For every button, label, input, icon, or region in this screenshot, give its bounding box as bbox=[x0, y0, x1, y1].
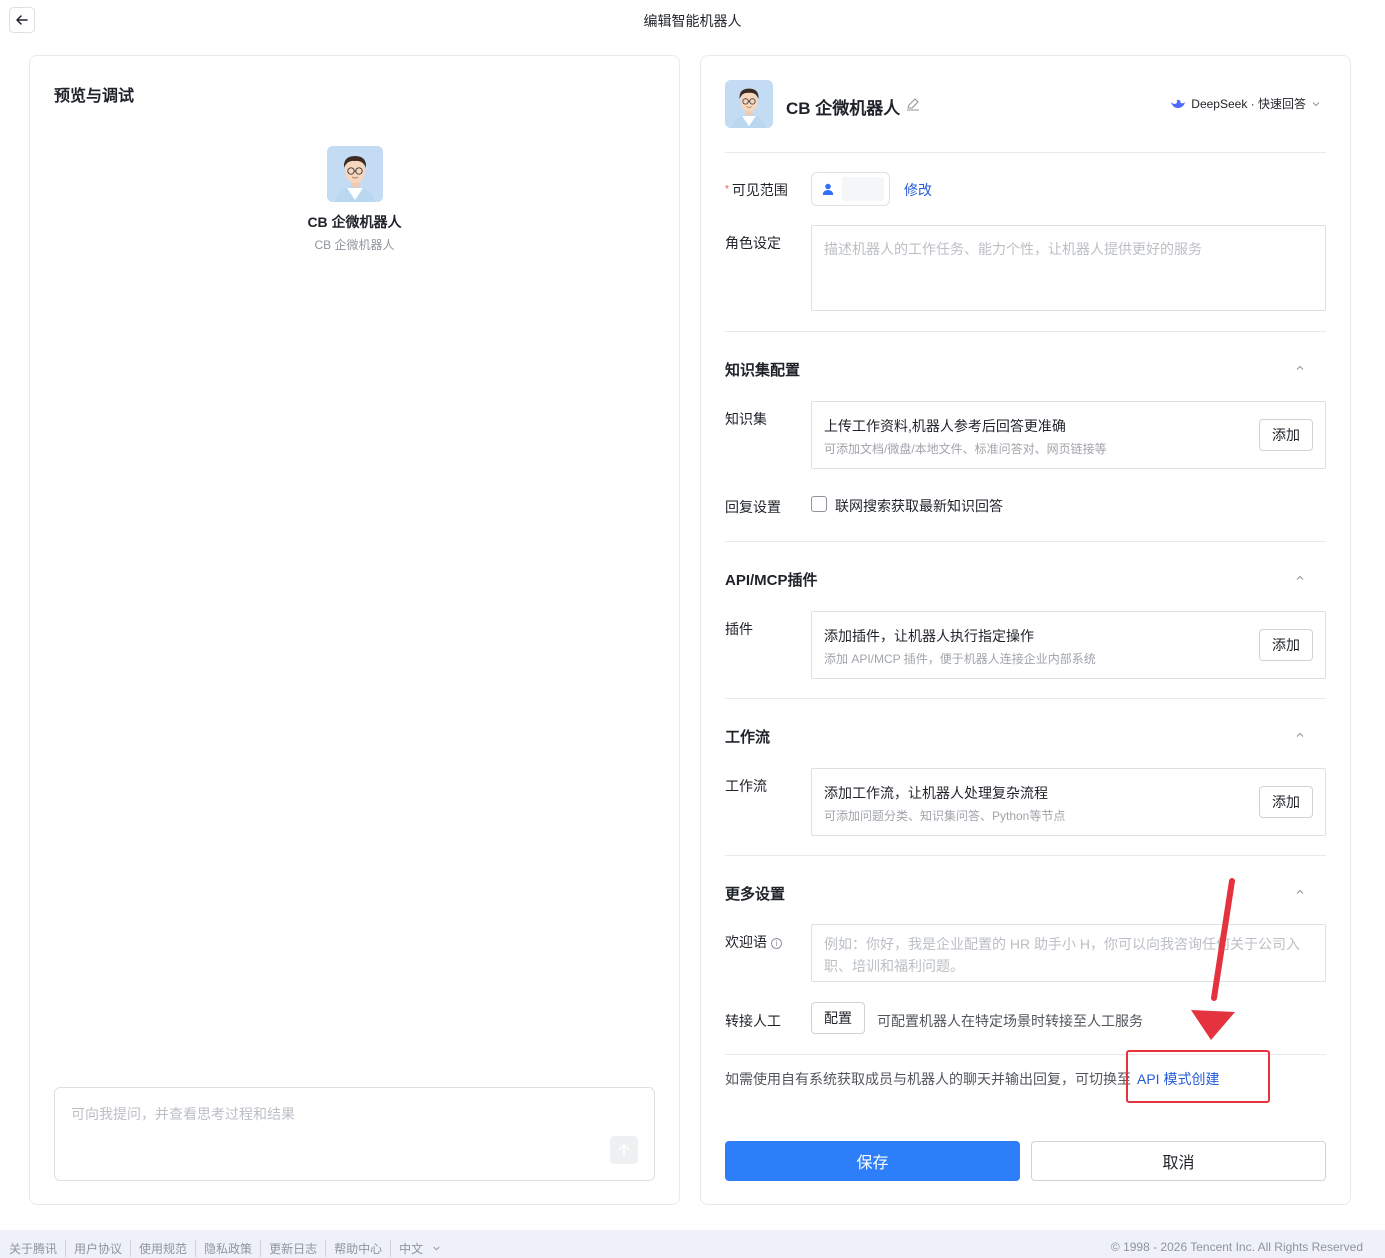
chevron-up-icon[interactable] bbox=[1295, 730, 1305, 740]
back-button[interactable] bbox=[9, 7, 35, 33]
more-settings-title: 更多设置 bbox=[725, 886, 786, 903]
send-button[interactable] bbox=[610, 1136, 638, 1164]
workflow-card: 添加工作流，让机器人处理复杂流程 可添加问题分类、知识集问答、Python等节点… bbox=[811, 768, 1326, 836]
welcome-textarea[interactable]: 例如：你好，我是企业配置的 HR 助手小 H，你可以向我咨询任何关于公司入职、培… bbox=[811, 924, 1326, 982]
divider bbox=[725, 855, 1326, 856]
knowledge-card-subtitle: 可添加文档/微盘/本地文件、标准问答对、网页链接等 bbox=[824, 442, 1107, 456]
plugins-card: 添加插件，让机器人执行指定操作 添加 API/MCP 插件，便于机器人连接企业内… bbox=[811, 611, 1326, 679]
info-icon[interactable]: i bbox=[771, 938, 782, 949]
chevron-up-icon[interactable] bbox=[1295, 363, 1305, 373]
divider bbox=[725, 541, 1326, 542]
save-button[interactable]: 保存 bbox=[725, 1141, 1020, 1181]
footer: 关于腾讯 用户协议 使用规范 隐私政策 更新日志 帮助中心 中文 © 1998 … bbox=[0, 1230, 1385, 1258]
footer-links: 关于腾讯 用户协议 使用规范 隐私政策 更新日志 帮助中心 中文 bbox=[9, 1240, 449, 1257]
plugins-section-title: API/MCP插件 bbox=[725, 572, 818, 589]
workflow-label: 工作流 bbox=[725, 778, 767, 794]
role-textarea[interactable]: 描述机器人的工作任务、能力个性，让机器人提供更好的服务 bbox=[811, 225, 1326, 311]
arrow-up-icon bbox=[619, 1144, 629, 1156]
scope-placeholder bbox=[842, 177, 884, 201]
model-selector[interactable]: DeepSeek · 快速回答 bbox=[1170, 95, 1321, 112]
workflow-card-subtitle: 可添加问题分类、知识集问答、Python等节点 bbox=[824, 809, 1066, 823]
add-plugin-button[interactable]: 添加 bbox=[1259, 629, 1313, 661]
chevron-up-icon[interactable] bbox=[1295, 887, 1305, 897]
divider bbox=[725, 152, 1326, 153]
knowledge-card-title: 上传工作资料,机器人参考后回答更准确 bbox=[824, 418, 1066, 434]
role-label: 角色设定 bbox=[725, 235, 781, 251]
plugins-card-title: 添加插件，让机器人执行指定操作 bbox=[824, 628, 1034, 644]
preview-title: 预览与调试 bbox=[54, 88, 135, 105]
reply-settings-label: 回复设置 bbox=[725, 499, 781, 515]
model-label: DeepSeek · 快速回答 bbox=[1191, 97, 1306, 111]
cancel-button[interactable]: 取消 bbox=[1031, 1141, 1326, 1181]
transfer-label: 转接人工 bbox=[725, 1013, 781, 1029]
edit-icon[interactable] bbox=[906, 97, 920, 111]
divider bbox=[725, 1054, 1326, 1055]
footer-link-privacy[interactable]: 隐私政策 bbox=[195, 1240, 260, 1257]
footer-link-about[interactable]: 关于腾讯 bbox=[9, 1240, 65, 1257]
web-search-checkbox[interactable] bbox=[811, 496, 827, 512]
knowledge-label: 知识集 bbox=[725, 411, 767, 427]
bot-avatar bbox=[326, 146, 383, 202]
bot-preview: CB 企微机器人 CB 企微机器人 bbox=[30, 146, 679, 253]
editor-header: CB 企微机器人 DeepSeek · 快速回答 bbox=[725, 80, 1326, 130]
footer-link-help[interactable]: 帮助中心 bbox=[325, 1240, 390, 1257]
knowledge-card: 上传工作资料,机器人参考后回答更准确 可添加文档/微盘/本地文件、标准问答对、网… bbox=[811, 401, 1326, 469]
bot-avatar[interactable] bbox=[725, 80, 773, 128]
divider bbox=[725, 698, 1326, 699]
chat-input[interactable] bbox=[71, 1106, 591, 1122]
plugins-card-subtitle: 添加 API/MCP 插件，便于机器人连接企业内部系统 bbox=[824, 652, 1096, 666]
bot-name: CB 企微机器人 bbox=[786, 99, 901, 118]
footer-link-terms[interactable]: 用户协议 bbox=[65, 1240, 130, 1257]
top-bar: 编辑智能机器人 bbox=[0, 0, 1385, 42]
plugins-label: 插件 bbox=[725, 621, 753, 637]
workflow-section-title: 工作流 bbox=[725, 729, 771, 746]
knowledge-section-title: 知识集配置 bbox=[725, 362, 801, 379]
transfer-config-button[interactable]: 配置 bbox=[811, 1002, 865, 1034]
chevron-down-icon bbox=[433, 1246, 441, 1251]
user-icon bbox=[822, 183, 834, 195]
chevron-up-icon[interactable] bbox=[1295, 573, 1305, 583]
add-knowledge-button[interactable]: 添加 bbox=[1259, 419, 1313, 451]
api-mode-hint: 如需使用自有系统获取成员与机器人的聊天并输出回复，可切换至 bbox=[725, 1071, 1131, 1087]
deepseek-icon bbox=[1171, 99, 1186, 108]
arrow-left-icon bbox=[16, 15, 28, 25]
page-title: 编辑智能机器人 bbox=[643, 13, 742, 29]
modify-link[interactable]: 修改 bbox=[904, 180, 932, 200]
editor-panel: CB 企微机器人 DeepSeek · 快速回答 * 可见范围 修改 角色设定 描… bbox=[700, 55, 1351, 1205]
language-selector[interactable]: 中文 bbox=[390, 1240, 449, 1257]
required-mark: * bbox=[725, 184, 729, 195]
chat-input-box[interactable] bbox=[54, 1087, 655, 1181]
copyright: © 1998 - 2026 Tencent Inc. All Rights Re… bbox=[1110, 1240, 1363, 1254]
workflow-card-title: 添加工作流，让机器人处理复杂流程 bbox=[824, 785, 1048, 801]
chevron-down-icon bbox=[1312, 101, 1320, 106]
transfer-description: 可配置机器人在特定场景时转接至人工服务 bbox=[877, 1013, 1143, 1029]
footer-link-changelog[interactable]: 更新日志 bbox=[260, 1240, 325, 1257]
footer-link-usage[interactable]: 使用规范 bbox=[130, 1240, 195, 1257]
api-mode-link[interactable]: API 模式创建 bbox=[1137, 1069, 1219, 1089]
visibility-label: * 可见范围 bbox=[725, 182, 788, 198]
welcome-label: 欢迎语 i bbox=[725, 932, 782, 952]
web-search-label[interactable]: 联网搜索获取最新知识回答 bbox=[835, 496, 1003, 516]
preview-panel: 预览与调试 CB 企微机器人 CB 企微机器人 bbox=[29, 55, 680, 1205]
visibility-scope[interactable] bbox=[811, 172, 890, 206]
bot-subtitle: CB 企微机器人 bbox=[314, 238, 395, 252]
divider bbox=[725, 331, 1326, 332]
bot-name: CB 企微机器人 bbox=[307, 214, 402, 230]
add-workflow-button[interactable]: 添加 bbox=[1259, 786, 1313, 818]
